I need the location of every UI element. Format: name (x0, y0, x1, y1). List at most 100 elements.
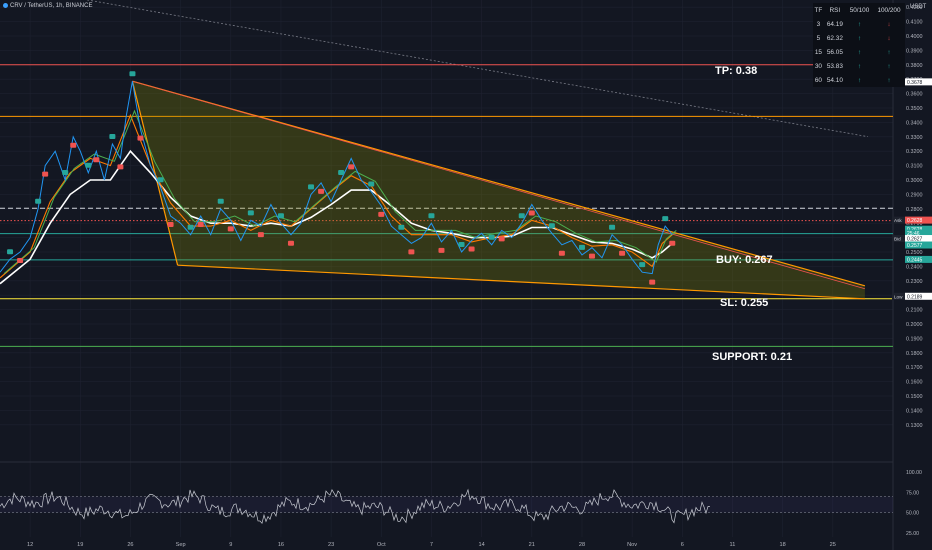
sell-signal-marker (348, 164, 355, 170)
buy-signal-marker (277, 213, 284, 219)
sell-signal-marker (649, 279, 656, 285)
rsi-value: 54.10 (826, 76, 843, 84)
sell-signal-marker (558, 250, 565, 256)
symbol-icon (3, 3, 8, 8)
y-tick-label: 0.2900 (906, 192, 923, 198)
rsi-table: TF RSI 50/100 100/200 3 64.19 ↑ ↓ 5 62.3… (813, 3, 905, 87)
rsi-table-row: 60 54.10 ↑ ↑ (813, 73, 905, 87)
x-tick-label: 26 (127, 542, 133, 548)
buy-signal-marker (129, 71, 136, 77)
y-tick-label: 0.3500 (906, 106, 923, 112)
sell-signal-marker (468, 246, 475, 252)
sell-signal-marker (227, 226, 234, 232)
y-tick-label: 0.4000 (906, 34, 923, 40)
y-tick-label: 0.1900 (906, 336, 923, 342)
rsi-value: 62.32 (826, 34, 843, 42)
rsi-tf: 30 (814, 62, 822, 70)
sell-signal-marker (197, 222, 204, 227)
price-tag-value: 0.2628 (907, 218, 923, 224)
buy-signal-marker (662, 216, 669, 222)
rsi-tf: 3 (816, 20, 821, 28)
y-tick-label: 0.2300 (906, 279, 923, 285)
x-tick-label: Sep (176, 542, 186, 548)
buy-signal-marker (157, 177, 164, 183)
price-tag-label: Ask (894, 218, 902, 223)
buy-signal-marker (308, 184, 315, 190)
buy-signal-marker (488, 234, 495, 240)
y-tick-label: 0.3300 (906, 135, 923, 141)
rsi-arrow-100-200: ↑ (887, 76, 891, 84)
rsi-table-row: 15 56.05 ↑ ↑ (813, 45, 905, 59)
rsi-header-rsi: RSI (829, 6, 841, 14)
buy-annotation: BUY: 0.267 (716, 254, 773, 266)
y-tick-label: 0.1400 (906, 408, 923, 414)
sell-signal-marker (498, 236, 505, 242)
rsi-table-row: 30 53.83 ↑ ↑ (813, 59, 905, 73)
x-tick-label: Nov (627, 542, 637, 548)
buy-signal-marker (109, 134, 116, 139)
x-tick-label: 23 (328, 542, 334, 548)
y-tick-label: 0.2800 (906, 207, 923, 213)
y-tick-label: 0.1300 (906, 423, 923, 429)
sell-signal-marker (70, 142, 77, 148)
buy-signal-marker (85, 162, 92, 168)
x-tick-label: 14 (479, 542, 485, 548)
rsi-tf: 5 (816, 34, 821, 42)
rsi-arrow-100-200: ↓ (887, 20, 891, 28)
x-tick-label: 16 (278, 542, 284, 548)
y-tick-label: 0.1700 (906, 365, 923, 371)
price-tag-value: 0.2445 (907, 257, 923, 263)
rsi-header-tf: TF (814, 6, 823, 14)
y-tick-label: 0.3900 (906, 48, 923, 54)
y-tick-label: 0.3800 (906, 63, 923, 69)
y-tick-label: 0.2400 (906, 264, 923, 270)
rsi-table-row: 3 64.19 ↑ ↓ (813, 17, 905, 31)
y-tick-label: 0.2500 (906, 250, 923, 256)
currency-label: USDT (910, 4, 927, 10)
x-tick-label: Oct (377, 542, 386, 548)
sell-signal-marker (42, 171, 49, 177)
rsi-arrow-50-100: ↑ (857, 48, 862, 56)
sell-signal-marker (137, 135, 144, 141)
buy-signal-marker (548, 223, 555, 229)
price-tag-label: Bid (894, 237, 901, 242)
rsi-value: 53.83 (826, 62, 843, 70)
sell-signal-marker (287, 240, 294, 246)
indicator-tick-label: 25.00 (906, 531, 919, 537)
buy-signal-marker (609, 224, 616, 230)
price-tag-value: 0.2189 (907, 294, 923, 300)
symbol-line: CRV / TetherUS, 1h, BINANCE (10, 3, 93, 10)
x-tick-label: 18 (780, 542, 786, 548)
y-tick-label: 0.3400 (906, 120, 923, 126)
tp-annotation: TP: 0.38 (715, 65, 758, 77)
rsi-tf: 60 (814, 76, 822, 84)
y-tick-label: 0.2100 (906, 308, 923, 314)
x-tick-label: 11 (730, 542, 736, 548)
x-tick-label: 21 (529, 542, 535, 548)
rsi-header-100-200: 100/200 (877, 6, 901, 14)
sell-signal-marker (408, 249, 415, 255)
y-tick-label: 0.1500 (906, 394, 923, 400)
rsi-table-header: TF RSI 50/100 100/200 (813, 3, 905, 17)
y-tick-label: 0.3100 (906, 164, 923, 170)
buy-signal-marker (578, 244, 585, 250)
chart-svg[interactable]: 0.42000.41000.40000.39000.38000.37000.36… (0, 0, 932, 550)
x-tick-label: 6 (681, 542, 684, 548)
buy-signal-marker (217, 198, 224, 204)
indicator-tick-label: 50.00 (906, 511, 919, 517)
x-tick-label: 7 (430, 542, 433, 548)
y-tick-label: 0.1600 (906, 380, 923, 386)
y-tick-label: 0.3200 (906, 149, 923, 155)
rsi-tf: 15 (814, 48, 822, 56)
sell-signal-marker (378, 211, 385, 217)
sell-signal-marker (257, 232, 264, 238)
sell-signal-marker (588, 253, 595, 259)
x-tick-label: 9 (229, 542, 232, 548)
sl-annotation: SL: 0.255 (720, 297, 769, 309)
symbol-header[interactable]: CRV / TetherUS, 1h, BINANCE (3, 3, 92, 9)
sell-signal-marker (318, 188, 325, 194)
x-tick-label: 19 (77, 542, 83, 548)
rsi-arrow-50-100: ↑ (857, 20, 862, 28)
x-tick-label: 12 (27, 542, 33, 548)
buy-signal-marker (247, 210, 254, 216)
